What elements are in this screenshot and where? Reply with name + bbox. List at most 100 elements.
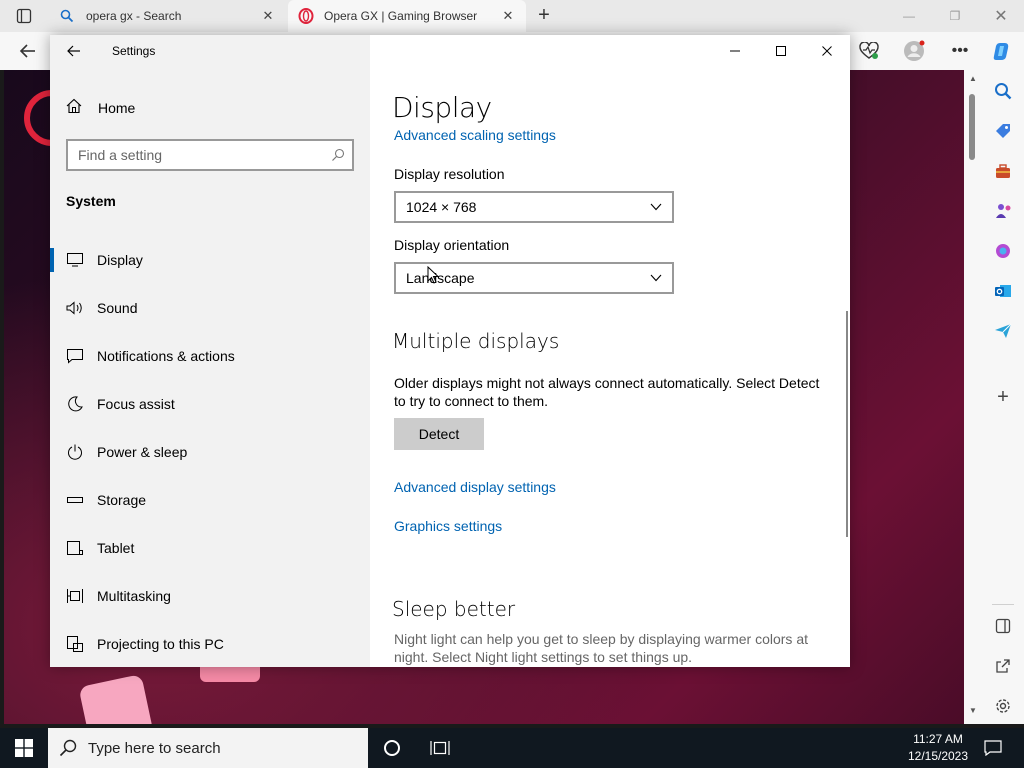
advanced-display-settings-link[interactable]: Advanced display settings xyxy=(394,479,556,495)
settings-minimize-button[interactable] xyxy=(712,35,758,67)
sidebar-search-icon[interactable] xyxy=(992,80,1014,102)
chevron-down-icon xyxy=(640,274,672,282)
sleep-better-heading: Sleep better xyxy=(392,597,516,621)
settings-nav-pane: Settings Home System Display Sound Notif… xyxy=(50,35,370,667)
nav-label: Sound xyxy=(97,300,138,316)
home-icon xyxy=(66,98,82,119)
scroll-thumb[interactable] xyxy=(969,94,975,160)
heartbeat-icon xyxy=(859,42,879,59)
profile-button[interactable] xyxy=(900,39,928,63)
chevron-down-icon xyxy=(640,203,672,211)
nav-item-power-sleep[interactable]: Power & sleep xyxy=(50,434,370,470)
games-icon[interactable] xyxy=(992,200,1014,222)
settings-back-button[interactable] xyxy=(62,41,86,61)
start-button[interactable] xyxy=(0,728,48,768)
browser-close-button[interactable]: ✕ xyxy=(978,0,1024,32)
close-tab-icon[interactable]: ✕ xyxy=(500,8,516,24)
action-center-button[interactable] xyxy=(976,728,1010,768)
scroll-down-icon[interactable]: ▼ xyxy=(967,706,979,718)
nav-item-notifications[interactable]: Notifications & actions xyxy=(50,338,370,374)
mouse-cursor-icon xyxy=(427,265,440,289)
search-icon xyxy=(60,9,78,23)
sidebar-settings-icon[interactable] xyxy=(992,695,1014,717)
tab-search[interactable]: opera gx - Search ✕ xyxy=(50,0,286,32)
settings-content-pane: Display Advanced scaling settings Displa… xyxy=(370,35,850,667)
shopping-tag-icon[interactable] xyxy=(992,120,1014,142)
settings-close-button[interactable] xyxy=(804,35,850,67)
find-setting-input[interactable] xyxy=(68,147,324,163)
send-icon[interactable] xyxy=(992,320,1014,342)
multiple-displays-heading: Multiple displays xyxy=(392,329,560,353)
taskbar-search-box[interactable]: Type here to search xyxy=(48,728,368,768)
nav-item-storage[interactable]: Storage xyxy=(50,482,370,518)
resolution-value: 1024 × 768 xyxy=(406,199,477,215)
outlook-icon[interactable] xyxy=(992,280,1014,302)
maximize-icon xyxy=(776,46,786,56)
monitor-icon xyxy=(66,251,84,269)
nav-label: Storage xyxy=(97,492,147,508)
browser-back-button[interactable] xyxy=(14,39,42,63)
taskbar-clock[interactable]: 11:27 AM 12/15/2023 xyxy=(900,731,976,765)
add-sidebar-icon[interactable]: + xyxy=(992,386,1014,408)
nav-label: Tablet xyxy=(97,540,135,556)
sleep-better-text: Night light can help you get to sleep by… xyxy=(394,631,808,665)
nav-item-projecting[interactable]: Projecting to this PC xyxy=(50,626,370,662)
nav-label: Projecting to this PC xyxy=(97,636,224,652)
scroll-up-icon[interactable]: ▲ xyxy=(967,74,979,86)
nav-label: Notifications & actions xyxy=(97,348,235,364)
advanced-scaling-link[interactable]: Advanced scaling settings xyxy=(394,127,556,143)
browser-tab-bar: opera gx - Search ✕ Opera GX | Gaming Br… xyxy=(0,0,1024,32)
back-arrow-icon xyxy=(19,44,35,58)
tab-opera-gx[interactable]: Opera GX | Gaming Browser ✕ xyxy=(288,0,526,32)
section-heading-system: System xyxy=(66,193,116,209)
copilot-button[interactable] xyxy=(988,39,1016,63)
home-nav-item[interactable]: Home xyxy=(50,93,370,123)
resolution-dropdown[interactable]: 1024 × 768 xyxy=(394,191,674,223)
resolution-label: Display resolution xyxy=(394,166,505,182)
moon-icon xyxy=(66,395,84,413)
tab-actions-button[interactable] xyxy=(8,4,40,28)
close-icon xyxy=(822,46,832,56)
open-external-icon[interactable] xyxy=(992,655,1014,677)
tools-icon[interactable] xyxy=(992,160,1014,182)
settings-maximize-button[interactable] xyxy=(758,35,804,67)
settings-app-title: Settings xyxy=(112,44,156,58)
storage-icon xyxy=(66,491,84,509)
edge-sidebar: + xyxy=(982,70,1024,724)
home-label: Home xyxy=(98,100,136,116)
task-view-icon xyxy=(430,741,450,755)
nav-item-sound[interactable]: Sound xyxy=(50,290,370,326)
speaker-icon xyxy=(66,299,84,317)
nav-label: Focus assist xyxy=(97,396,175,412)
browser-minimize-button[interactable]: — xyxy=(886,0,932,32)
content-scrollbar[interactable] xyxy=(846,311,848,537)
nav-item-multitasking[interactable]: Multitasking xyxy=(50,578,370,614)
detect-button[interactable]: Detect xyxy=(394,418,484,450)
new-tab-button[interactable]: + xyxy=(532,4,556,28)
nav-item-tablet[interactable]: Tablet xyxy=(50,530,370,566)
nav-item-display[interactable]: Display xyxy=(50,242,370,278)
find-setting-search[interactable] xyxy=(66,139,354,171)
task-view-button[interactable] xyxy=(416,728,464,768)
split-screen-icon[interactable] xyxy=(992,615,1014,637)
sidebar-divider xyxy=(992,604,1014,605)
tab-title: Opera GX | Gaming Browser xyxy=(324,9,478,23)
projecting-icon xyxy=(66,635,84,653)
cortana-button[interactable] xyxy=(368,728,416,768)
office-icon[interactable] xyxy=(992,240,1014,262)
more-options-icon[interactable]: ••• xyxy=(946,39,974,63)
notification-icon xyxy=(984,740,1002,756)
graphics-settings-link[interactable]: Graphics settings xyxy=(394,518,502,534)
nav-label: Multitasking xyxy=(97,588,171,604)
browser-restore-button[interactable]: ❐ xyxy=(932,0,978,32)
clock-time: 11:27 AM xyxy=(913,732,963,746)
nav-item-focus-assist[interactable]: Focus assist xyxy=(50,386,370,422)
nav-label: Power & sleep xyxy=(97,444,188,460)
tab-actions-icon xyxy=(16,8,32,24)
notification-icon xyxy=(66,347,84,365)
close-tab-icon[interactable]: ✕ xyxy=(260,8,276,24)
page-scrollbar[interactable]: ▲ ▼ xyxy=(964,70,982,724)
browser-essentials-button[interactable] xyxy=(855,39,883,63)
search-icon xyxy=(48,739,88,757)
avatar-icon xyxy=(904,40,925,61)
